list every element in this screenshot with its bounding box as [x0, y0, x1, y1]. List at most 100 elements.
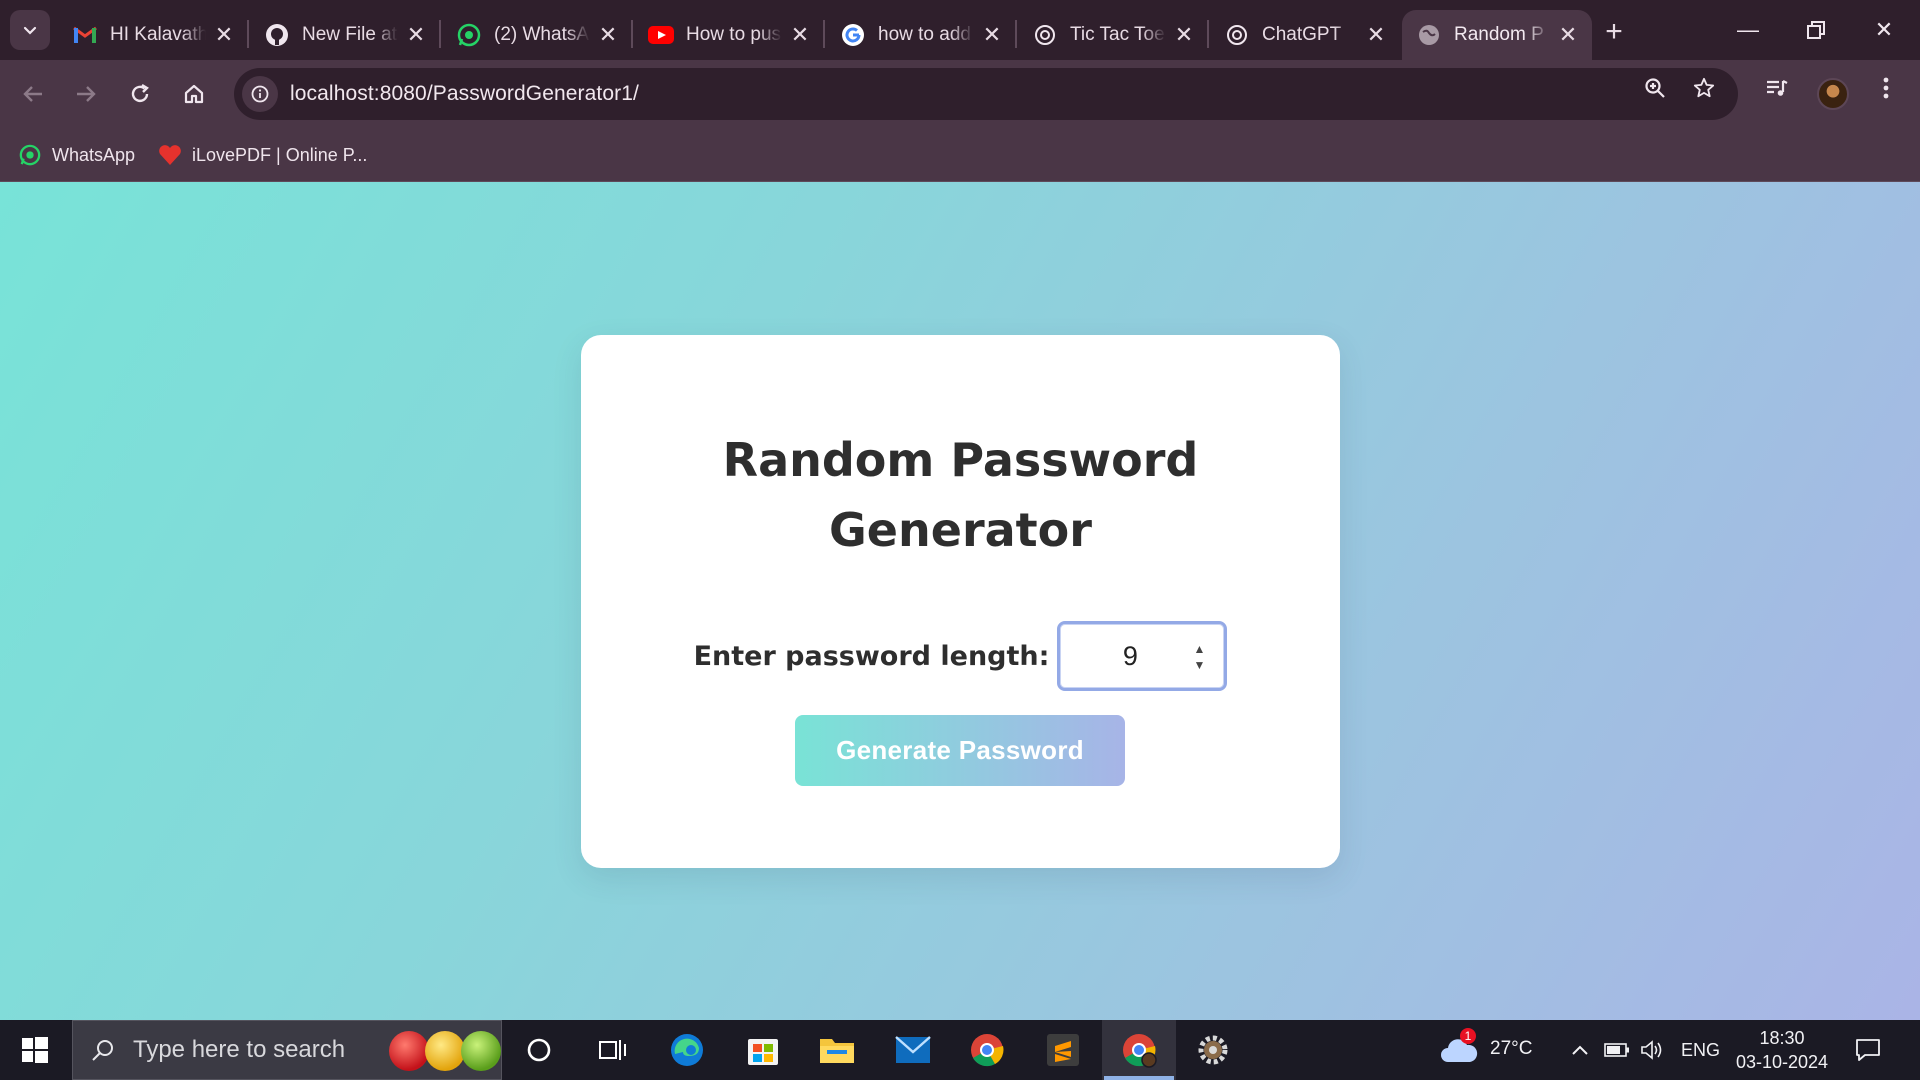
close-icon[interactable]: ✕ [1364, 22, 1388, 47]
browser-menu-button[interactable] [1868, 70, 1904, 106]
openai-icon [1224, 22, 1250, 48]
chrome-icon [1123, 1034, 1157, 1068]
page-viewport: Random Password Generator Enter password… [0, 182, 1920, 1020]
length-row: Enter password length: 9 ▲ ▼ [581, 621, 1340, 691]
minimize-icon: — [1737, 17, 1759, 42]
taskbar-search[interactable]: Type here to search [72, 1020, 502, 1080]
openai-icon [1032, 22, 1058, 48]
arrow-right-icon [77, 86, 96, 102]
apple-yellow-icon [425, 1031, 465, 1071]
mail-button[interactable] [876, 1020, 950, 1080]
windows-taskbar: Type here to search 1 27°C ENG 18:30 03-… [0, 1020, 1920, 1080]
title-line-1: Random Password [722, 433, 1199, 487]
close-window-button[interactable]: ✕ [1850, 0, 1918, 60]
language-indicator[interactable]: ENG [1681, 1040, 1720, 1061]
length-value: 9 [1122, 640, 1138, 671]
task-view-icon [599, 1040, 626, 1060]
address-bar[interactable]: localhost:8080/PasswordGenerator1/ [234, 68, 1738, 120]
reload-button[interactable] [118, 72, 162, 116]
folder-icon [820, 1039, 854, 1063]
bookmark-label: iLovePDF | Online P... [192, 144, 368, 165]
close-icon[interactable]: ✕ [788, 22, 812, 47]
sublime-text-button[interactable] [1026, 1020, 1100, 1080]
spin-down-icon[interactable]: ▼ [1193, 658, 1205, 672]
site-info-button[interactable] [242, 76, 278, 112]
ilovepdf-icon [158, 143, 182, 167]
settings-app-button[interactable] [1176, 1020, 1250, 1080]
weather-alert-badge: 1 [1460, 1028, 1476, 1044]
restore-button[interactable] [1782, 0, 1850, 60]
tab-random-password[interactable]: Random P ✕ [1402, 10, 1592, 60]
close-icon[interactable]: ✕ [980, 22, 1004, 47]
home-button[interactable] [172, 72, 216, 116]
chrome-icon [971, 1034, 1004, 1067]
close-icon: ✕ [1874, 17, 1894, 42]
task-view-button[interactable] [576, 1020, 650, 1080]
forward-button[interactable] [64, 72, 108, 116]
bookmark-ilovepdf[interactable]: iLovePDF | Online P... [158, 140, 367, 170]
bookmark-whatsapp[interactable]: WhatsApp [18, 140, 135, 170]
notification-center-button[interactable] [1852, 1034, 1884, 1066]
tab-github[interactable]: New File at ✕ [250, 10, 441, 60]
bookmark-label: WhatsApp [52, 144, 136, 165]
close-icon[interactable]: ✕ [1172, 22, 1196, 47]
tab-strip: HI Kalavathi ✕ New File at ✕ (2) WhatsAp… [0, 0, 1920, 60]
bookmark-star-button[interactable] [1686, 70, 1722, 106]
chrome-button[interactable] [950, 1020, 1024, 1080]
apple-red-icon [389, 1031, 429, 1071]
weather-widget[interactable]: 1 27°C [1440, 1028, 1550, 1072]
tab-search-button[interactable] [10, 10, 50, 50]
tab-separator [631, 20, 633, 48]
close-icon[interactable]: ✕ [404, 22, 428, 47]
zoom-button[interactable] [1637, 70, 1673, 106]
clock[interactable]: 18:30 03-10-2024 [1724, 1026, 1840, 1074]
close-icon[interactable]: ✕ [596, 22, 620, 47]
store-button[interactable] [726, 1020, 800, 1080]
profile-avatar[interactable] [1817, 78, 1849, 110]
mail-icon [895, 1036, 931, 1063]
start-button[interactable] [0, 1020, 70, 1080]
chrome-profile-button[interactable] [1102, 1020, 1176, 1080]
edge-button[interactable] [650, 1020, 724, 1080]
tab-chatgpt[interactable]: ChatGPT ✕ [1210, 10, 1400, 60]
tab-whatsapp[interactable]: (2) WhatsApp ✕ [442, 10, 633, 60]
whatsapp-icon [456, 22, 482, 48]
search-icon [92, 1040, 113, 1061]
tab-separator [1207, 20, 1209, 48]
number-spinner[interactable]: ▲ ▼ [1188, 642, 1210, 672]
media-control-button[interactable] [1759, 70, 1795, 106]
tab-google[interactable]: how to add ✕ [826, 10, 1017, 60]
github-icon [264, 22, 290, 48]
length-input[interactable]: 9 ▲ ▼ [1057, 621, 1228, 691]
close-icon[interactable]: ✕ [1556, 22, 1580, 47]
globe-icon [1416, 22, 1442, 48]
plus-icon: + [1605, 15, 1623, 48]
battery-indicator[interactable] [1604, 1038, 1630, 1062]
tray-overflow-button[interactable] [1568, 1038, 1592, 1062]
store-icon [748, 1039, 778, 1065]
spin-up-icon[interactable]: ▲ [1193, 642, 1205, 656]
new-tab-button[interactable]: + [1596, 14, 1632, 50]
home-icon [184, 84, 204, 104]
cortana-button[interactable] [502, 1020, 576, 1080]
file-explorer-button[interactable] [800, 1020, 874, 1080]
gear-icon [1198, 1035, 1228, 1065]
zoom-in-icon [1645, 78, 1665, 98]
tab-separator [439, 20, 441, 48]
volume-control[interactable] [1640, 1038, 1666, 1062]
minimize-button[interactable]: — [1714, 0, 1782, 60]
tab-tic-tac-toe[interactable]: Tic Tac Toe ✕ [1018, 10, 1209, 60]
generator-card: Random Password Generator Enter password… [581, 335, 1340, 868]
tab-title: How to push [686, 24, 782, 45]
edge-icon [671, 1034, 703, 1066]
address-url: localhost:8080/PasswordGenerator1/ [290, 82, 639, 105]
google-icon [840, 22, 866, 48]
speaker-icon [1641, 1040, 1662, 1060]
arrow-left-icon [23, 86, 42, 102]
generate-password-button[interactable]: Generate Password [795, 715, 1125, 786]
back-button[interactable] [11, 72, 55, 116]
close-icon[interactable]: ✕ [212, 22, 236, 47]
tab-youtube[interactable]: How to push ✕ [634, 10, 825, 60]
tab-title: (2) WhatsApp [494, 24, 590, 45]
tab-gmail[interactable]: HI Kalavathi ✕ [58, 10, 249, 60]
